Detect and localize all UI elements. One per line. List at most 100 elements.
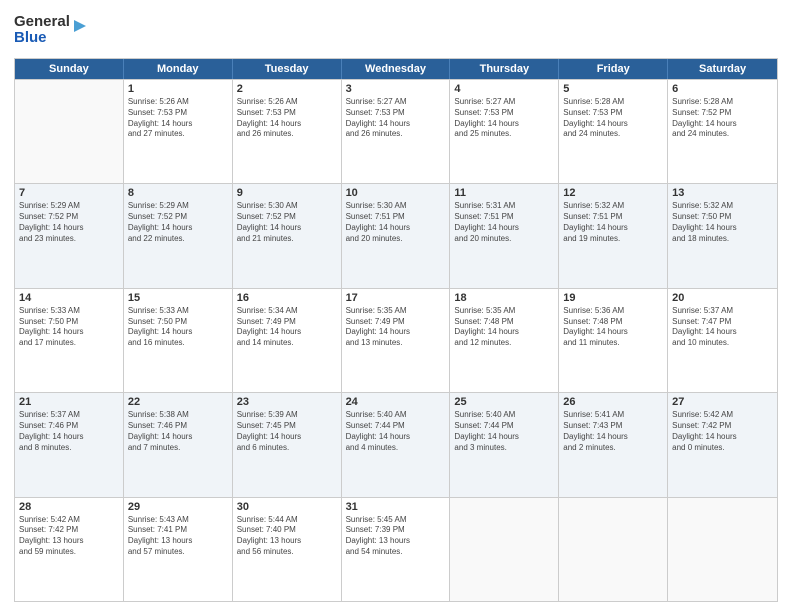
calendar-cell: 31Sunrise: 5:45 AM Sunset: 7:39 PM Dayli… <box>342 498 451 601</box>
cell-info: Sunrise: 5:30 AM Sunset: 7:52 PM Dayligh… <box>237 201 337 244</box>
cell-info: Sunrise: 5:31 AM Sunset: 7:51 PM Dayligh… <box>454 201 554 244</box>
calendar-cell: 20 Sunrise: 5:37 AM Sunset: 7:47 PM Dayli… <box>668 289 777 392</box>
day-number: 14 <box>19 292 119 304</box>
day-number: 17 <box>346 292 446 304</box>
weekday-header: Friday <box>559 59 668 79</box>
calendar-cell: 13Sunrise: 5:32 AM Sunset: 7:50 PM Dayli… <box>668 184 777 287</box>
weekday-header: Thursday <box>450 59 559 79</box>
calendar-row: 21 Sunrise: 5:37 AM Sunset: 7:46 PM Dayli… <box>15 392 777 496</box>
calendar-cell: 8Sunrise: 5:29 AM Sunset: 7:52 PM Daylig… <box>124 184 233 287</box>
svg-text:Blue: Blue <box>14 29 47 46</box>
day-number: 9 <box>237 187 337 199</box>
day-number: 23 <box>237 396 337 408</box>
calendar-cell: 30 Sunrise: 5:44 AM Sunset: 7:40 PM Dayli… <box>233 498 342 601</box>
day-number: 20 <box>672 292 773 304</box>
calendar-cell: 22 Sunrise: 5:38 AM Sunset: 7:46 PM Dayli… <box>124 393 233 496</box>
day-number: 4 <box>454 83 554 95</box>
day-number: 2 <box>237 83 337 95</box>
calendar-cell: 12 Sunrise: 5:32 AM Sunset: 7:51 PM Dayli… <box>559 184 668 287</box>
cell-info: Sunrise: 5:28 AM Sunset: 7:52 PM Dayligh… <box>672 97 773 140</box>
calendar-cell: 9 Sunrise: 5:30 AM Sunset: 7:52 PM Daylig… <box>233 184 342 287</box>
calendar-cell <box>668 498 777 601</box>
calendar-cell: 25 Sunrise: 5:40 AM Sunset: 7:44 PM Dayli… <box>450 393 559 496</box>
cell-info: Sunrise: 5:28 AM Sunset: 7:53 PM Dayligh… <box>563 97 663 140</box>
cell-info: Sunrise: 5:35 AM Sunset: 7:49 PM Dayligh… <box>346 306 446 349</box>
calendar-cell: 18 Sunrise: 5:35 AM Sunset: 7:48 PM Dayli… <box>450 289 559 392</box>
calendar-cell: 19Sunrise: 5:36 AM Sunset: 7:48 PM Dayli… <box>559 289 668 392</box>
calendar-row: 1 Sunrise: 5:26 AM Sunset: 7:53 PM Daylig… <box>15 79 777 183</box>
cell-info: Sunrise: 5:29 AM Sunset: 7:52 PM Dayligh… <box>19 201 119 244</box>
day-number: 11 <box>454 187 554 199</box>
day-number: 22 <box>128 396 228 408</box>
calendar-body: 1 Sunrise: 5:26 AM Sunset: 7:53 PM Daylig… <box>15 79 777 601</box>
day-number: 21 <box>19 396 119 408</box>
cell-info: Sunrise: 5:43 AM Sunset: 7:41 PM Dayligh… <box>128 515 228 558</box>
calendar-cell: 26 Sunrise: 5:41 AM Sunset: 7:43 PM Dayli… <box>559 393 668 496</box>
calendar-cell: 7 Sunrise: 5:29 AM Sunset: 7:52 PM Daylig… <box>15 184 124 287</box>
cell-info: Sunrise: 5:38 AM Sunset: 7:46 PM Dayligh… <box>128 410 228 453</box>
day-number: 18 <box>454 292 554 304</box>
day-number: 7 <box>19 187 119 199</box>
calendar-header: SundayMondayTuesdayWednesdayThursdayFrid… <box>15 59 777 79</box>
day-number: 5 <box>563 83 663 95</box>
cell-info: Sunrise: 5:27 AM Sunset: 7:53 PM Dayligh… <box>346 97 446 140</box>
cell-info: Sunrise: 5:40 AM Sunset: 7:44 PM Dayligh… <box>346 410 446 453</box>
day-number: 25 <box>454 396 554 408</box>
calendar-cell: 21 Sunrise: 5:37 AM Sunset: 7:46 PM Dayli… <box>15 393 124 496</box>
calendar: SundayMondayTuesdayWednesdayThursdayFrid… <box>14 58 778 602</box>
day-number: 13 <box>672 187 773 199</box>
cell-info: Sunrise: 5:32 AM Sunset: 7:51 PM Dayligh… <box>563 201 663 244</box>
calendar-cell: 15 Sunrise: 5:33 AM Sunset: 7:50 PM Dayli… <box>124 289 233 392</box>
calendar-row: 28 Sunrise: 5:42 AM Sunset: 7:42 PM Dayli… <box>15 497 777 601</box>
calendar-cell: 3 Sunrise: 5:27 AM Sunset: 7:53 PM Daylig… <box>342 80 451 183</box>
day-number: 15 <box>128 292 228 304</box>
day-number: 6 <box>672 83 773 95</box>
cell-info: Sunrise: 5:45 AM Sunset: 7:39 PM Dayligh… <box>346 515 446 558</box>
cell-info: Sunrise: 5:41 AM Sunset: 7:43 PM Dayligh… <box>563 410 663 453</box>
cell-info: Sunrise: 5:33 AM Sunset: 7:50 PM Dayligh… <box>128 306 228 349</box>
day-number: 28 <box>19 501 119 513</box>
calendar-cell: 11 Sunrise: 5:31 AM Sunset: 7:51 PM Dayli… <box>450 184 559 287</box>
day-number: 12 <box>563 187 663 199</box>
calendar-cell: 23 Sunrise: 5:39 AM Sunset: 7:45 PM Dayli… <box>233 393 342 496</box>
cell-info: Sunrise: 5:26 AM Sunset: 7:53 PM Dayligh… <box>237 97 337 140</box>
cell-info: Sunrise: 5:26 AM Sunset: 7:53 PM Dayligh… <box>128 97 228 140</box>
cell-info: Sunrise: 5:42 AM Sunset: 7:42 PM Dayligh… <box>19 515 119 558</box>
calendar-cell: 16 Sunrise: 5:34 AM Sunset: 7:49 PM Dayli… <box>233 289 342 392</box>
calendar-cell <box>15 80 124 183</box>
day-number: 3 <box>346 83 446 95</box>
weekday-header: Saturday <box>668 59 777 79</box>
cell-info: Sunrise: 5:29 AM Sunset: 7:52 PM Dayligh… <box>128 201 228 244</box>
cell-info: Sunrise: 5:30 AM Sunset: 7:51 PM Dayligh… <box>346 201 446 244</box>
day-number: 19 <box>563 292 663 304</box>
calendar-cell: 24 Sunrise: 5:40 AM Sunset: 7:44 PM Dayli… <box>342 393 451 496</box>
calendar-cell: 29Sunrise: 5:43 AM Sunset: 7:41 PM Dayli… <box>124 498 233 601</box>
calendar-row: 7 Sunrise: 5:29 AM Sunset: 7:52 PM Daylig… <box>15 183 777 287</box>
calendar-cell: 10Sunrise: 5:30 AM Sunset: 7:51 PM Dayli… <box>342 184 451 287</box>
weekday-header: Sunday <box>15 59 124 79</box>
day-number: 24 <box>346 396 446 408</box>
cell-info: Sunrise: 5:40 AM Sunset: 7:44 PM Dayligh… <box>454 410 554 453</box>
day-number: 30 <box>237 501 337 513</box>
day-number: 16 <box>237 292 337 304</box>
cell-info: Sunrise: 5:42 AM Sunset: 7:42 PM Dayligh… <box>672 410 773 453</box>
calendar-cell: 1 Sunrise: 5:26 AM Sunset: 7:53 PM Daylig… <box>124 80 233 183</box>
day-number: 26 <box>563 396 663 408</box>
calendar-cell: 5 Sunrise: 5:28 AM Sunset: 7:53 PM Daylig… <box>559 80 668 183</box>
calendar-cell <box>559 498 668 601</box>
cell-info: Sunrise: 5:37 AM Sunset: 7:46 PM Dayligh… <box>19 410 119 453</box>
calendar-cell: 2 Sunrise: 5:26 AM Sunset: 7:53 PM Daylig… <box>233 80 342 183</box>
cell-info: Sunrise: 5:39 AM Sunset: 7:45 PM Dayligh… <box>237 410 337 453</box>
cell-info: Sunrise: 5:27 AM Sunset: 7:53 PM Dayligh… <box>454 97 554 140</box>
cell-info: Sunrise: 5:44 AM Sunset: 7:40 PM Dayligh… <box>237 515 337 558</box>
cell-info: Sunrise: 5:34 AM Sunset: 7:49 PM Dayligh… <box>237 306 337 349</box>
cell-info: Sunrise: 5:33 AM Sunset: 7:50 PM Dayligh… <box>19 306 119 349</box>
cell-info: Sunrise: 5:37 AM Sunset: 7:47 PM Dayligh… <box>672 306 773 349</box>
day-number: 27 <box>672 396 773 408</box>
cell-info: Sunrise: 5:35 AM Sunset: 7:48 PM Dayligh… <box>454 306 554 349</box>
page-header: GeneralBlue <box>14 10 778 52</box>
calendar-cell: 27 Sunrise: 5:42 AM Sunset: 7:42 PM Dayli… <box>668 393 777 496</box>
weekday-header: Tuesday <box>233 59 342 79</box>
day-number: 1 <box>128 83 228 95</box>
logo-icon: GeneralBlue <box>14 10 94 52</box>
